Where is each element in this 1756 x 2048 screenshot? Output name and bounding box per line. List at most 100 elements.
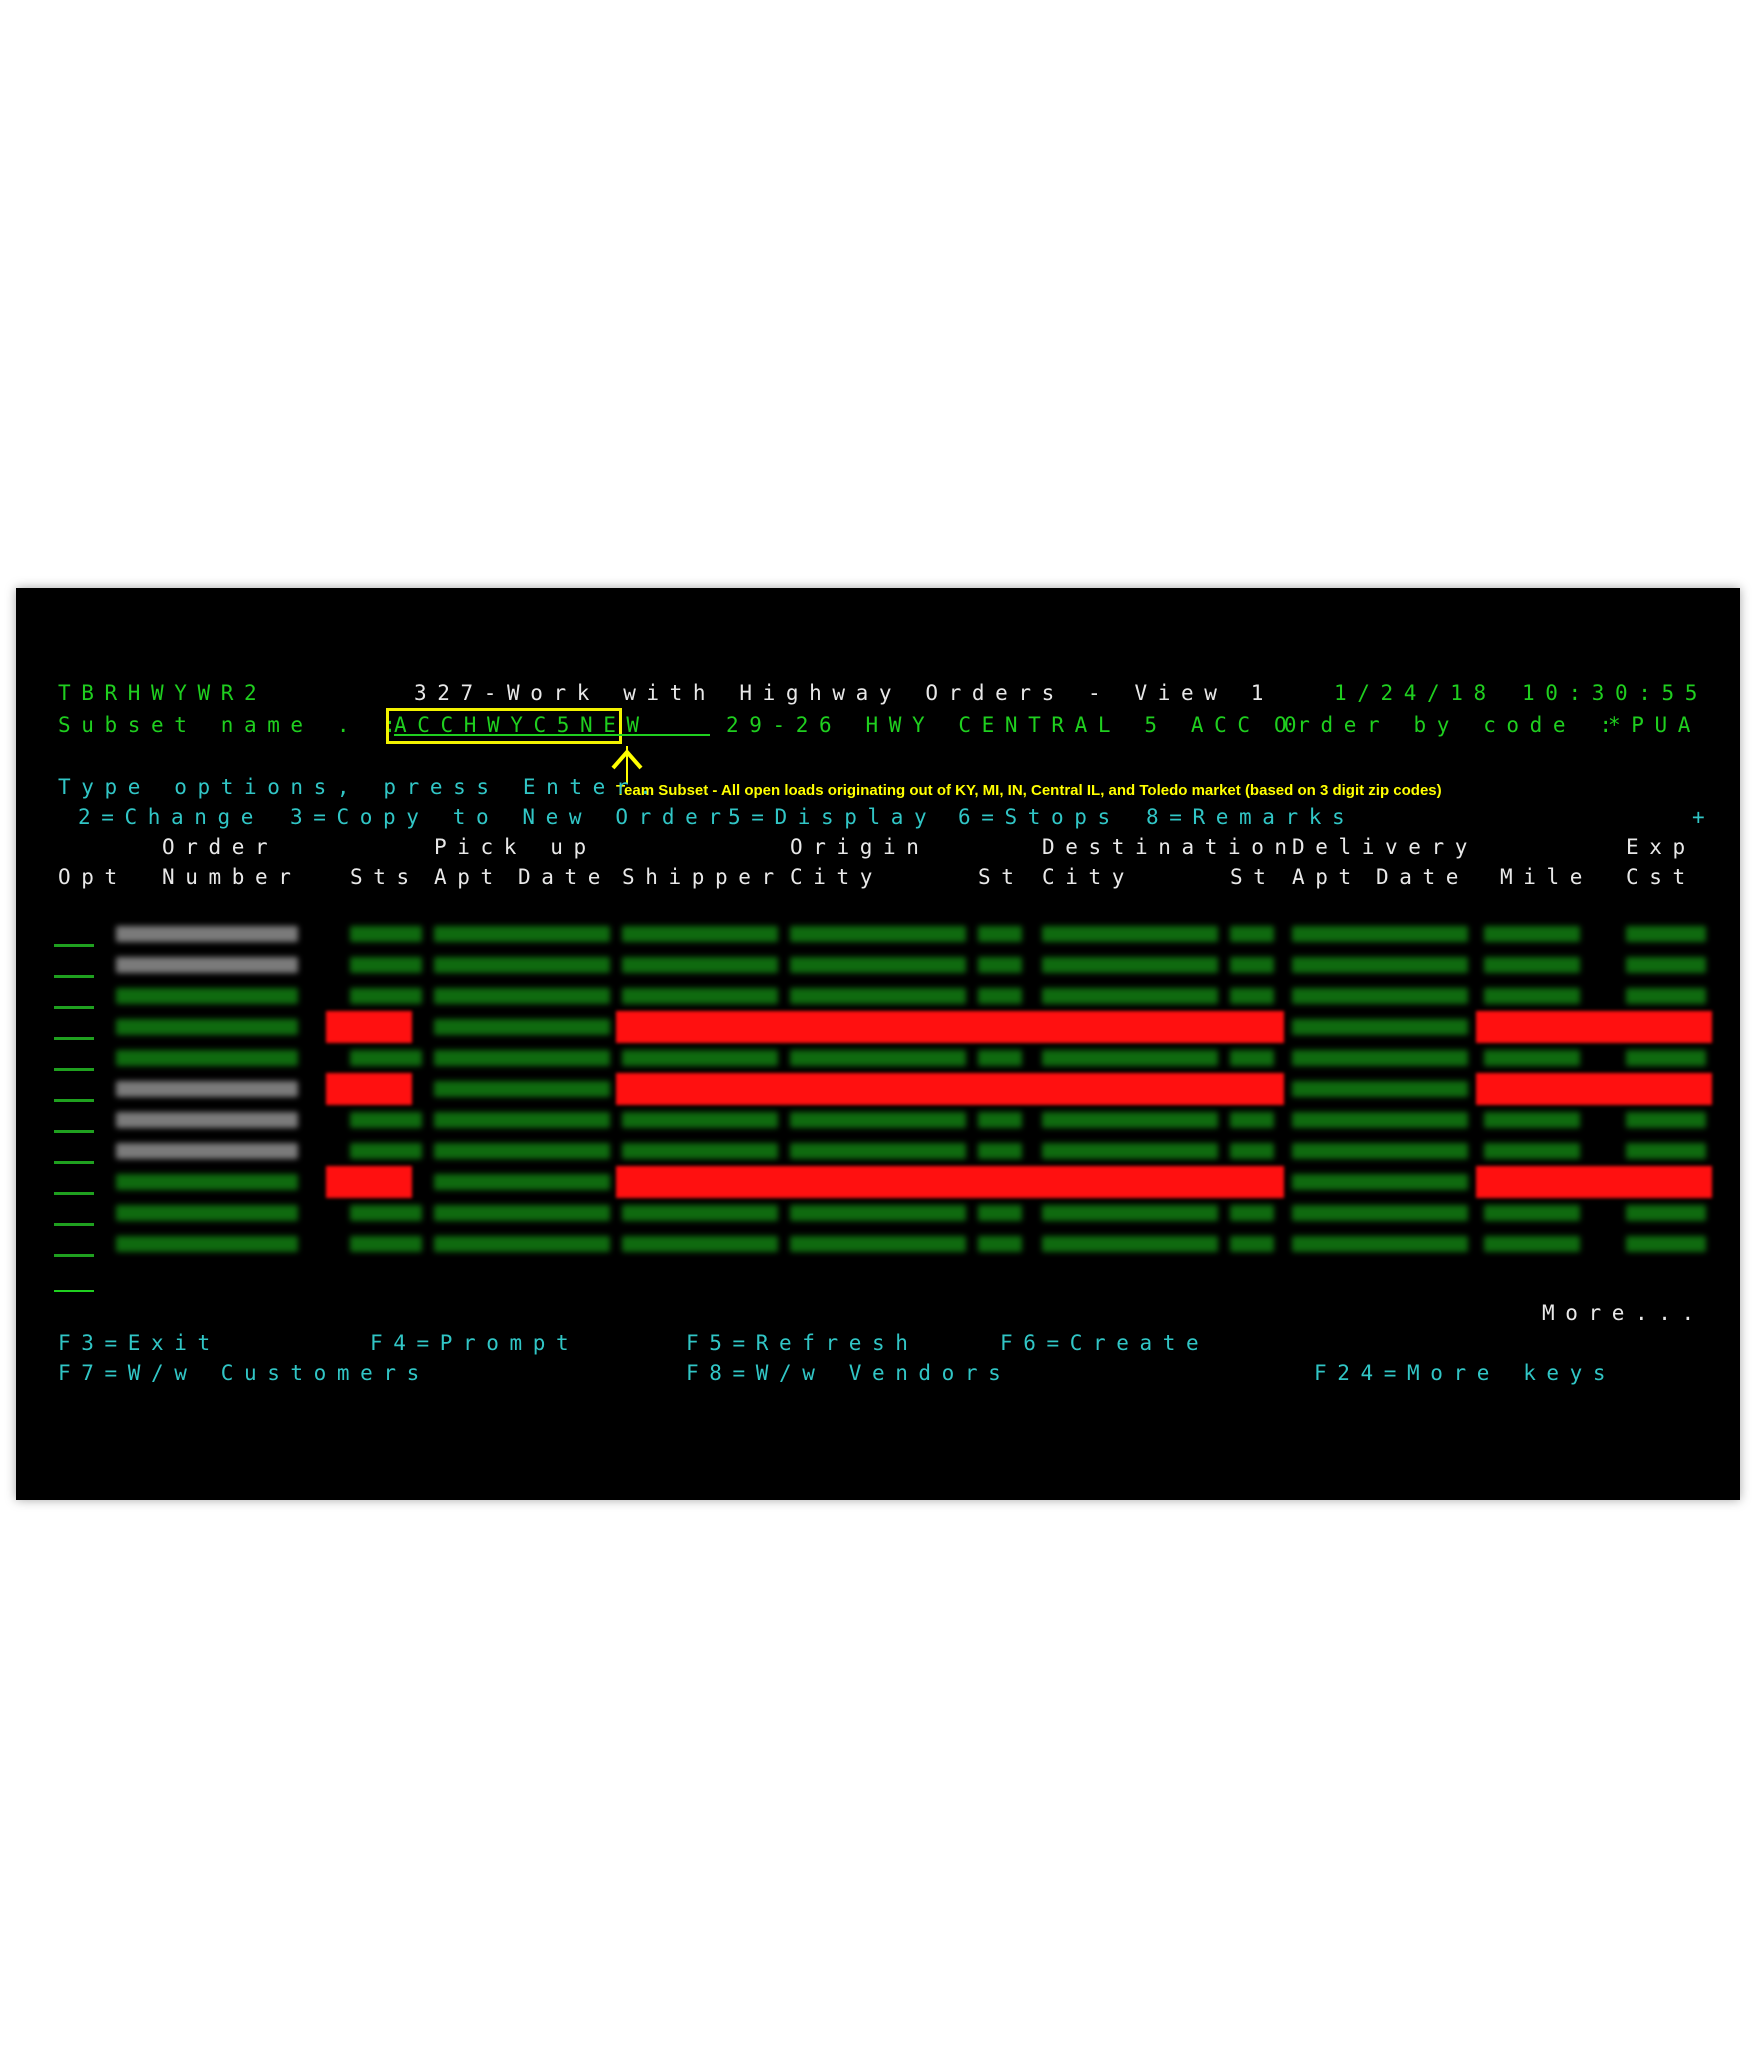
header-order: Order — [162, 835, 279, 859]
blurred-cell — [978, 1050, 1022, 1066]
blurred-cell — [1484, 926, 1580, 942]
terminal-screen: TBRHWYWR2 327-Work with Highway Orders -… — [16, 588, 1740, 1500]
blurred-cell — [116, 1174, 298, 1190]
blurred-cell — [116, 1112, 298, 1128]
row-option-input[interactable] — [54, 944, 94, 947]
fkey-create[interactable]: F6=Create — [1000, 1330, 1209, 1356]
blurred-cell — [1484, 1050, 1580, 1066]
blurred-cell — [350, 1143, 422, 1159]
blurred-cell — [350, 988, 422, 1004]
fkey-exit[interactable]: F3=Exit — [58, 1330, 221, 1356]
highlighted-row-segment — [1476, 1166, 1712, 1198]
header-mile: Mile — [1500, 865, 1593, 889]
blurred-cell — [622, 1236, 778, 1252]
row-option-input[interactable] — [54, 1099, 94, 1102]
blurred-cell — [1484, 957, 1580, 973]
header-city: City — [790, 865, 883, 889]
blurred-cell — [978, 957, 1022, 973]
highlighted-row-segment — [616, 1166, 1284, 1198]
highlighted-row-segment — [326, 1011, 412, 1043]
blurred-cell — [116, 957, 298, 973]
blurred-cell — [434, 1050, 610, 1066]
row-option-input[interactable] — [54, 975, 94, 978]
header-cst: Cst — [1626, 865, 1696, 889]
screen-title: 327-Work with Highway Orders - View 1 — [414, 681, 1274, 705]
row-option-input[interactable] — [54, 1223, 94, 1226]
blurred-cell — [434, 1019, 610, 1035]
blurred-cell — [1292, 1050, 1468, 1066]
row-option-input[interactable] — [54, 1130, 94, 1133]
row-option-input[interactable] — [54, 1006, 94, 1009]
header-dest-city: City — [1042, 865, 1135, 889]
blurred-cell — [434, 1236, 610, 1252]
blurred-cell — [434, 1143, 610, 1159]
blurred-cell — [350, 1205, 422, 1221]
blurred-cell — [116, 1143, 298, 1159]
header-opt: Opt — [58, 865, 128, 889]
row-option-input[interactable] — [54, 1068, 94, 1071]
highlighted-row-segment — [326, 1073, 412, 1105]
blurred-cell — [1042, 957, 1218, 973]
header-delivery: Delivery — [1292, 835, 1478, 859]
row-option-input[interactable] — [54, 1254, 94, 1257]
blurred-cell — [1230, 1050, 1274, 1066]
row-option-input[interactable] — [54, 1037, 94, 1040]
subset-label: Subset name . : — [58, 713, 407, 737]
fkey-prompt[interactable]: F4=Prompt — [370, 1330, 579, 1356]
blurred-cell — [350, 1112, 422, 1128]
program-name: TBRHWYWR2 — [58, 681, 268, 705]
blurred-cell — [622, 957, 778, 973]
more-plus: + — [1692, 805, 1716, 829]
blurred-cell — [622, 988, 778, 1004]
order-by-input[interactable]: *PUA — [1608, 712, 1701, 738]
blurred-cell — [1626, 1050, 1706, 1066]
blurred-cell — [1292, 957, 1468, 973]
highlighted-row-segment — [616, 1073, 1284, 1105]
header-sts: Sts — [350, 865, 420, 889]
fkey-customers[interactable]: F7=W/w Customers — [58, 1360, 430, 1386]
blurred-cell — [434, 926, 610, 942]
fkey-refresh[interactable]: F5=Refresh — [686, 1330, 918, 1356]
row-option-input[interactable] — [54, 1192, 94, 1195]
header-dest-st: St — [1230, 865, 1277, 889]
subset-input[interactable]: ACCHWYC5NEW — [394, 712, 650, 738]
blurred-cell — [1042, 988, 1218, 1004]
blurred-cell — [1042, 1050, 1218, 1066]
fkey-more-keys[interactable]: F24=More keys — [1314, 1360, 1616, 1386]
blurred-cell — [1292, 926, 1468, 942]
blurred-cell — [1042, 926, 1218, 942]
header-st: St — [978, 865, 1025, 889]
blurred-cell — [1626, 988, 1706, 1004]
blurred-cell — [622, 1050, 778, 1066]
option-stops: 6=Stops — [958, 805, 1121, 829]
option-copy: 3=Copy to New Order — [290, 805, 732, 829]
option-remarks: 8=Remarks — [1146, 805, 1356, 829]
more-indicator: More... — [1542, 1301, 1705, 1325]
highlighted-row-segment — [1476, 1073, 1712, 1105]
screen-time: 10:30:55 — [1522, 681, 1708, 705]
blurred-cell — [790, 926, 966, 942]
blurred-cell — [1292, 1081, 1468, 1097]
blurred-cell — [350, 1236, 422, 1252]
row-option-input[interactable] — [54, 1161, 94, 1164]
blurred-cell — [1484, 988, 1580, 1004]
blurred-cell — [790, 1236, 966, 1252]
blurred-cell — [350, 926, 422, 942]
option-display: 5=Display — [728, 805, 938, 829]
blurred-cell — [1230, 1112, 1274, 1128]
fkey-vendors[interactable]: F8=W/w Vendors — [686, 1360, 1011, 1386]
blurred-cell — [790, 988, 966, 1004]
blurred-cell — [978, 1236, 1022, 1252]
blurred-cell — [1626, 1112, 1706, 1128]
blurred-cell — [978, 988, 1022, 1004]
blurred-cell — [978, 1143, 1022, 1159]
header-date: Date — [518, 865, 611, 889]
blurred-cell — [1626, 926, 1706, 942]
blurred-cell — [978, 1112, 1022, 1128]
blurred-cell — [116, 988, 298, 1004]
callout-annotation: Team Subset - All open loads originating… — [616, 782, 1442, 799]
blurred-cell — [1292, 988, 1468, 1004]
blurred-cell — [978, 926, 1022, 942]
header-del-apt: Apt — [1292, 865, 1362, 889]
blurred-cell — [1042, 1236, 1218, 1252]
